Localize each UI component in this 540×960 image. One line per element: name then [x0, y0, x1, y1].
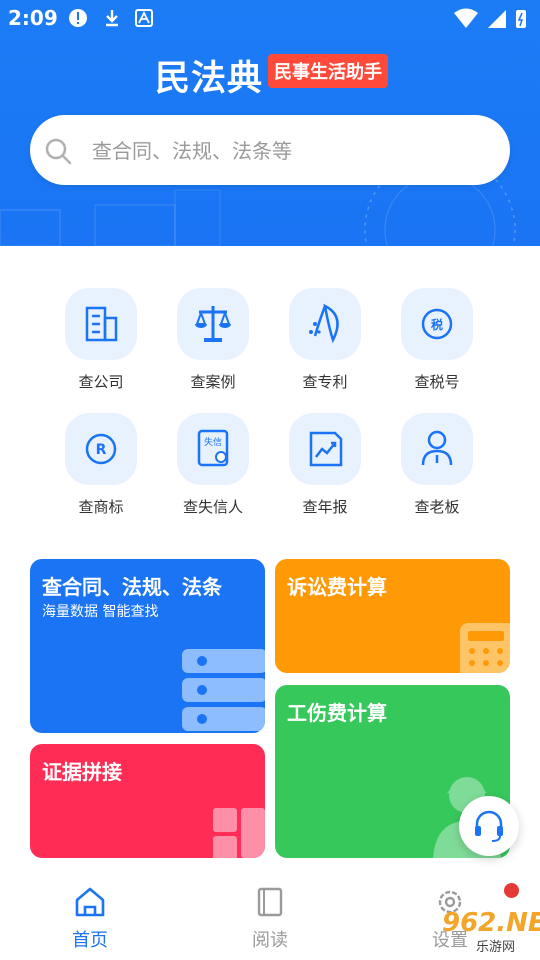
tool-dishonest[interactable]: 失信 查失信人: [157, 410, 267, 520]
tool-patent[interactable]: 查专利: [269, 285, 379, 395]
tool-case[interactable]: 查案例: [157, 285, 267, 395]
app-title: 民法典: [155, 59, 264, 99]
card-search-contract[interactable]: 查合同、法规、法条 海量数据 智能查找: [30, 559, 265, 733]
status-bar: 2:09: [0, 0, 540, 36]
notification-dot: [504, 883, 519, 898]
tool-label: 查税号: [414, 373, 460, 391]
svg-text:失信: 失信: [204, 436, 222, 448]
signal-icon: [488, 10, 506, 28]
tab-label: 首页: [72, 930, 108, 951]
scales-icon: [195, 306, 231, 342]
card-subtitle: 海量数据 智能查找: [42, 604, 159, 620]
watermark-brand: 962.NET: [442, 908, 540, 938]
trademark-icon: R: [85, 433, 117, 465]
header: 2:09 民法典 民事生活助手: [0, 0, 540, 246]
tool-label: 查商标: [78, 498, 124, 516]
building-icon: [85, 306, 118, 342]
card-title: 证据拼接: [42, 760, 122, 784]
tool-trademark[interactable]: R 查商标: [45, 410, 155, 520]
search-icon: [45, 138, 72, 165]
tool-tax[interactable]: 税 查税号: [381, 285, 491, 395]
tab-read[interactable]: 阅读: [210, 886, 330, 952]
tool-label: 查老板: [414, 498, 460, 516]
tool-label: 查失信人: [182, 498, 243, 516]
status-system-icons: [454, 8, 526, 28]
tool-label: 查年报: [302, 498, 348, 516]
wifi-icon: [454, 8, 478, 28]
tool-label: 查公司: [78, 373, 124, 391]
person-icon: [421, 430, 453, 466]
tab-home[interactable]: 首页: [30, 886, 150, 952]
home-icon: [75, 887, 105, 917]
database-icon: [182, 649, 265, 731]
tab-label: 阅读: [252, 930, 288, 951]
title-row: 民法典 民事生活助手: [0, 50, 540, 99]
status-time: 2:09: [8, 6, 58, 30]
tool-label: 查专利: [302, 373, 348, 391]
card-title: 查合同、法规、法条: [42, 575, 222, 599]
headset-icon: [475, 810, 503, 842]
tool-boss[interactable]: 查老板: [381, 410, 491, 520]
card-title: 工伤费计算: [287, 701, 387, 725]
tool-label: 查案例: [190, 373, 236, 391]
svg-text:税: 税: [431, 317, 443, 332]
calculator-icon: [460, 623, 510, 673]
card-evidence[interactable]: 证据拼接: [30, 744, 265, 858]
patent-icon: [309, 303, 339, 344]
card-litigation-fee[interactable]: 诉讼费计算: [275, 559, 510, 673]
tax-icon: 税: [421, 308, 453, 340]
search-bar[interactable]: [30, 115, 510, 185]
tool-company[interactable]: 查公司: [45, 285, 155, 395]
customer-service-button[interactable]: [459, 796, 519, 856]
search-input[interactable]: [90, 131, 484, 171]
app-badge: 民事生活助手: [268, 54, 388, 88]
tool-annual-report[interactable]: 查年报: [269, 410, 379, 520]
svg-text:R: R: [96, 442, 107, 458]
book-icon: [257, 887, 283, 917]
dishonest-icon: 失信: [197, 429, 229, 467]
card-title: 诉讼费计算: [287, 575, 387, 599]
annual-report-icon: [309, 431, 343, 467]
watermark-sub: 乐游网: [476, 940, 516, 955]
grid-puzzle-icon: [213, 808, 265, 858]
status-notification-icons: [69, 9, 153, 27]
watermark: 962.NET 乐游网: [402, 908, 540, 955]
